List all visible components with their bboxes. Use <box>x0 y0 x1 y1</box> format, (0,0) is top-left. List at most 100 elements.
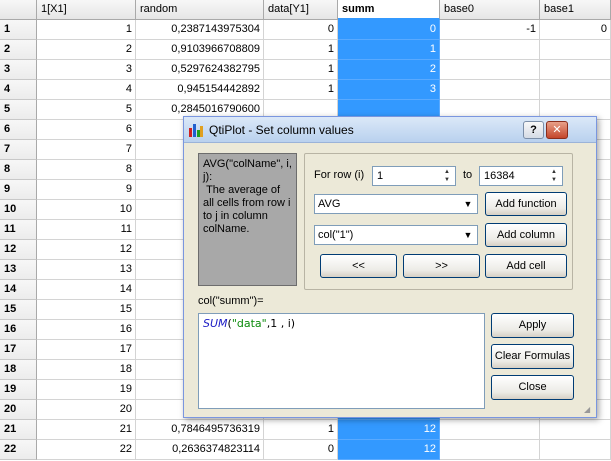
spin-arrows-icon[interactable]: ▲ ▼ <box>547 168 561 184</box>
column-header-random[interactable]: random <box>136 0 264 20</box>
cell-random[interactable]: 0,945154442892 <box>136 80 264 100</box>
table-row[interactable]: 22 22 0,2636374823114 0 12 <box>0 440 611 460</box>
corner-header[interactable] <box>0 0 37 20</box>
cell-data[interactable]: 0 <box>264 440 338 460</box>
cell-x[interactable]: 13 <box>37 260 136 280</box>
next-button[interactable]: >> <box>403 254 480 278</box>
add-cell-button[interactable]: Add cell <box>485 254 567 278</box>
function-select[interactable]: AVG ▼ <box>314 194 478 214</box>
row-number[interactable]: 14 <box>0 280 37 300</box>
row-number[interactable]: 13 <box>0 260 37 280</box>
cell-x[interactable]: 17 <box>37 340 136 360</box>
row-number[interactable]: 16 <box>0 320 37 340</box>
cell-summ[interactable]: 3 <box>338 80 440 100</box>
cell-summ[interactable]: 12 <box>338 420 440 440</box>
cell-x[interactable]: 9 <box>37 180 136 200</box>
cell-summ[interactable]: 1 <box>338 40 440 60</box>
table-row[interactable]: 21 21 0,7846495736319 1 12 <box>0 420 611 440</box>
formula-editor[interactable]: SUM("data",1 , i) <box>198 313 485 409</box>
cell-random[interactable]: 0,5297624382795 <box>136 60 264 80</box>
cell-base1[interactable] <box>540 420 611 440</box>
cell-data[interactable]: 0 <box>264 20 338 40</box>
cell-x[interactable]: 10 <box>37 200 136 220</box>
cell-random[interactable]: 0,2387143975304 <box>136 20 264 40</box>
cell-data[interactable]: 1 <box>264 60 338 80</box>
column-header-data[interactable]: data[Y1] <box>264 0 338 20</box>
dropdown-arrow-icon[interactable]: ▼ <box>460 196 476 212</box>
row-number[interactable]: 1 <box>0 20 37 40</box>
spin-arrows-icon[interactable]: ▲ ▼ <box>440 168 454 184</box>
column-select[interactable]: col("1") ▼ <box>314 225 478 245</box>
cell-base0[interactable] <box>440 440 540 460</box>
cell-summ[interactable]: 2 <box>338 60 440 80</box>
resize-grip-icon[interactable]: ◢ <box>584 405 594 415</box>
dropdown-arrow-icon[interactable]: ▼ <box>460 227 476 243</box>
close-button[interactable]: Close <box>491 375 574 400</box>
table-row[interactable]: 2 2 0,9103966708809 1 1 <box>0 40 611 60</box>
table-row[interactable]: 4 4 0,945154442892 1 3 <box>0 80 611 100</box>
cell-x[interactable]: 18 <box>37 360 136 380</box>
cell-x[interactable]: 5 <box>37 100 136 120</box>
cell-data[interactable]: 1 <box>264 40 338 60</box>
cell-base0[interactable] <box>440 80 540 100</box>
add-column-button[interactable]: Add column <box>485 223 567 247</box>
cell-x[interactable]: 3 <box>37 60 136 80</box>
cell-x[interactable]: 8 <box>37 160 136 180</box>
row-number[interactable]: 21 <box>0 420 37 440</box>
cell-x[interactable]: 15 <box>37 300 136 320</box>
column-header-base1[interactable]: base1 <box>540 0 611 20</box>
row-number[interactable]: 22 <box>0 440 37 460</box>
cell-summ[interactable]: 0 <box>338 20 440 40</box>
cell-base1[interactable]: 0 <box>540 20 611 40</box>
cell-x[interactable]: 19 <box>37 380 136 400</box>
row-number[interactable]: 12 <box>0 240 37 260</box>
row-number[interactable]: 10 <box>0 200 37 220</box>
cell-x[interactable]: 4 <box>37 80 136 100</box>
column-header-x1[interactable]: 1[X1] <box>37 0 136 20</box>
clear-formulas-button[interactable]: Clear Formulas <box>491 344 574 369</box>
row-from-spinbox[interactable]: 1 ▲ ▼ <box>372 166 456 186</box>
add-function-button[interactable]: Add function <box>485 192 567 216</box>
previous-button[interactable]: << <box>320 254 397 278</box>
help-button[interactable]: ? <box>523 121 544 139</box>
cell-x[interactable]: 22 <box>37 440 136 460</box>
cell-x[interactable]: 2 <box>37 40 136 60</box>
row-number[interactable]: 19 <box>0 380 37 400</box>
cell-x[interactable]: 1 <box>37 20 136 40</box>
row-number[interactable]: 5 <box>0 100 37 120</box>
cell-base1[interactable] <box>540 60 611 80</box>
row-number[interactable]: 11 <box>0 220 37 240</box>
cell-base1[interactable] <box>540 80 611 100</box>
row-number[interactable]: 17 <box>0 340 37 360</box>
cell-x[interactable]: 11 <box>37 220 136 240</box>
column-header-base0[interactable]: base0 <box>440 0 540 20</box>
row-number[interactable]: 18 <box>0 360 37 380</box>
cell-base1[interactable] <box>540 40 611 60</box>
row-number[interactable]: 4 <box>0 80 37 100</box>
cell-base0[interactable]: -1 <box>440 20 540 40</box>
cell-summ[interactable]: 12 <box>338 440 440 460</box>
cell-random[interactable]: 0,2636374823114 <box>136 440 264 460</box>
cell-x[interactable]: 12 <box>37 240 136 260</box>
row-number[interactable]: 9 <box>0 180 37 200</box>
cell-base1[interactable] <box>540 440 611 460</box>
row-to-spinbox[interactable]: 16384 ▲ ▼ <box>479 166 563 186</box>
row-number[interactable]: 20 <box>0 400 37 420</box>
row-number[interactable]: 6 <box>0 120 37 140</box>
apply-button[interactable]: Apply <box>491 313 574 338</box>
row-number[interactable]: 8 <box>0 160 37 180</box>
cell-x[interactable]: 7 <box>37 140 136 160</box>
cell-base0[interactable] <box>440 420 540 440</box>
cell-data[interactable]: 1 <box>264 420 338 440</box>
column-header-summ[interactable]: summ <box>338 0 440 20</box>
cell-base0[interactable] <box>440 40 540 60</box>
cell-x[interactable]: 16 <box>37 320 136 340</box>
table-row[interactable]: 1 1 0,2387143975304 0 0 -1 0 <box>0 20 611 40</box>
cell-x[interactable]: 14 <box>37 280 136 300</box>
table-row[interactable]: 3 3 0,5297624382795 1 2 <box>0 60 611 80</box>
row-number[interactable]: 7 <box>0 140 37 160</box>
row-number[interactable]: 2 <box>0 40 37 60</box>
cell-x[interactable]: 20 <box>37 400 136 420</box>
close-window-button[interactable]: ✕ <box>546 121 568 139</box>
row-number[interactable]: 3 <box>0 60 37 80</box>
